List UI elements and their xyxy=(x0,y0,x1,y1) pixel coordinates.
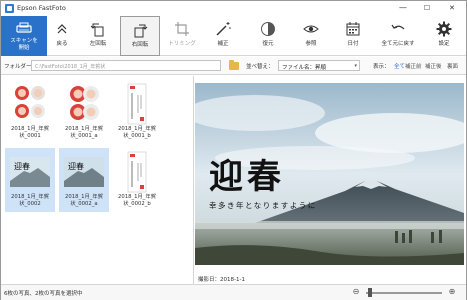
correct-button[interactable]: 補正 xyxy=(208,16,238,56)
zoom-out-icon[interactable]: ⊖ xyxy=(351,287,361,297)
thumbnail-caption: 2018_1月_年賀 状_0001_b xyxy=(117,126,157,139)
settings-label: 設定 xyxy=(438,41,450,47)
reference-label: 参照 xyxy=(305,41,317,47)
scanner-icon xyxy=(16,22,32,33)
greeting-headline: 迎春 xyxy=(209,157,285,197)
thumbnail-image: 迎春 xyxy=(64,157,104,187)
thumbnail-item[interactable]: 2018_1月_年賀 状_0002_b xyxy=(112,148,162,212)
thumbnail-caption: 2018_1月_年賀 状_0001_a xyxy=(64,126,104,139)
reference-button[interactable]: 参照 xyxy=(296,16,326,56)
restore-all-button[interactable]: 全て元に戻す xyxy=(376,16,420,56)
double-chevron-up-icon xyxy=(57,24,67,34)
rotate-left-label: 左回転 xyxy=(89,41,107,47)
folder-icon[interactable] xyxy=(229,60,239,70)
restore-button[interactable]: 復元 xyxy=(253,16,283,56)
trim-label: トリミング xyxy=(168,41,196,47)
calendar-icon xyxy=(346,22,360,36)
back-label: 戻る xyxy=(56,41,68,47)
toolbar: スキャンを 開始 戻る 左回転 右回転 トリミング 補正 復元 参照 日付 全て… xyxy=(1,16,466,56)
date-label: 日付 xyxy=(347,41,359,47)
sort-label: 並べ替え： xyxy=(246,64,274,70)
scan-label-line2: 開始 xyxy=(18,45,30,51)
thumbnail-caption: 2018_1月_年賀 状_0002_b xyxy=(117,194,157,207)
sort-value: ファイル名：昇順 xyxy=(282,65,327,71)
thumbnail-panel: 2018_1月_年賀 状_0001 2018_1月_年賀 状_0001_a 20… xyxy=(1,76,194,284)
undo-icon xyxy=(391,24,405,30)
thumbnail-image: 迎春 xyxy=(10,157,50,187)
scan-label-line1: スキャンを xyxy=(10,38,38,44)
color-restore-icon xyxy=(261,22,275,36)
rotate-left-button[interactable]: 左回転 xyxy=(81,16,115,56)
selection-status: 6枚の写真、2枚の写真を選択中 xyxy=(4,291,83,297)
shot-date: 撮影日：2018-1-1 xyxy=(198,277,245,283)
sort-dropdown[interactable]: ファイル名：昇順 ▾ xyxy=(278,60,360,71)
rotate-right-icon xyxy=(134,24,148,38)
thumbnail-caption: 2018_1月_年賀 状_0002 xyxy=(10,194,50,207)
app-window: Epson FastFoto — ☐ ✕ スキャンを 開始 戻る 左回転 右回転… xyxy=(0,0,467,300)
folder-path-field[interactable]: C:\FastFoto\2018_1月_年賀状 xyxy=(31,60,221,71)
close-button[interactable]: ✕ xyxy=(442,2,462,14)
thumbnail-caption: 2018_1月_年賀 状_0002_a xyxy=(64,194,104,207)
svg-text:迎春: 迎春 xyxy=(14,161,30,171)
filter-after-correction[interactable]: 補正後 xyxy=(425,62,442,70)
rotate-right-label: 右回転 xyxy=(131,42,149,48)
greeting-subline: 幸多き年となりますように xyxy=(209,201,317,210)
date-button[interactable]: 日付 xyxy=(338,16,368,56)
restore-all-label: 全て元に戻す xyxy=(381,41,415,47)
chevron-down-icon: ▾ xyxy=(354,63,357,69)
start-scan-button[interactable]: スキャンを 開始 xyxy=(1,16,47,56)
zoom-in-icon[interactable]: ⊕ xyxy=(447,287,457,297)
minimize-button[interactable]: — xyxy=(393,2,413,14)
thumbnail-item[interactable]: 迎春 2018_1月_年賀 状_0002 xyxy=(5,148,55,212)
settings-button[interactable]: 設定 xyxy=(429,16,459,56)
filter-back-side[interactable]: 裏面 xyxy=(447,62,458,70)
gear-icon xyxy=(436,21,452,37)
eye-icon xyxy=(303,25,319,33)
filter-bar: フォルダー： C:\FastFoto\2018_1月_年賀状 並べ替え： ファイ… xyxy=(1,57,466,75)
maximize-button[interactable]: ☐ xyxy=(417,2,437,14)
display-label: 表示： xyxy=(373,64,390,70)
magic-wand-icon xyxy=(216,22,231,36)
correct-label: 補正 xyxy=(217,41,229,47)
app-logo-icon xyxy=(5,4,14,13)
rotate-left-icon xyxy=(90,23,104,37)
preview-panel: 迎春 幸多き年となりますように 撮影日：2018-1-1 xyxy=(195,76,466,284)
status-bar: 6枚の写真、2枚の写真を選択中 ⊖ ⊕ xyxy=(1,284,466,300)
window-title: Epson FastFoto xyxy=(17,4,66,12)
filter-all[interactable]: 全て xyxy=(394,62,405,70)
thumbnail-item[interactable]: 迎春 2018_1月_年賀 状_0002_a xyxy=(59,148,109,212)
thumbnail-item[interactable]: 2018_1月_年賀 状_0001_a xyxy=(59,80,109,144)
title-bar: Epson FastFoto — ☐ ✕ xyxy=(1,1,466,16)
svg-text:迎春: 迎春 xyxy=(68,161,84,171)
zoom-slider-handle[interactable] xyxy=(368,288,373,297)
thumbnail-caption: 2018_1月_年賀 状_0001 xyxy=(10,126,50,139)
crop-icon xyxy=(175,22,189,36)
thumbnail-item[interactable]: 2018_1月_年賀 状_0001_b xyxy=(112,80,162,144)
trim-button[interactable]: トリミング xyxy=(165,16,199,56)
rotate-right-button[interactable]: 右回転 xyxy=(120,16,160,56)
thumbnail-image xyxy=(127,83,147,125)
filter-before-correction[interactable]: 補正前 xyxy=(405,62,422,70)
thumbnail-item[interactable]: 2018_1月_年賀 状_0001 xyxy=(5,80,55,144)
back-button[interactable]: 戻る xyxy=(51,16,73,56)
thumbnail-image xyxy=(64,83,104,125)
thumbnail-image xyxy=(10,83,50,125)
restore-label: 復元 xyxy=(262,41,274,47)
zoom-slider[interactable] xyxy=(366,292,442,294)
thumbnail-image xyxy=(127,151,147,193)
